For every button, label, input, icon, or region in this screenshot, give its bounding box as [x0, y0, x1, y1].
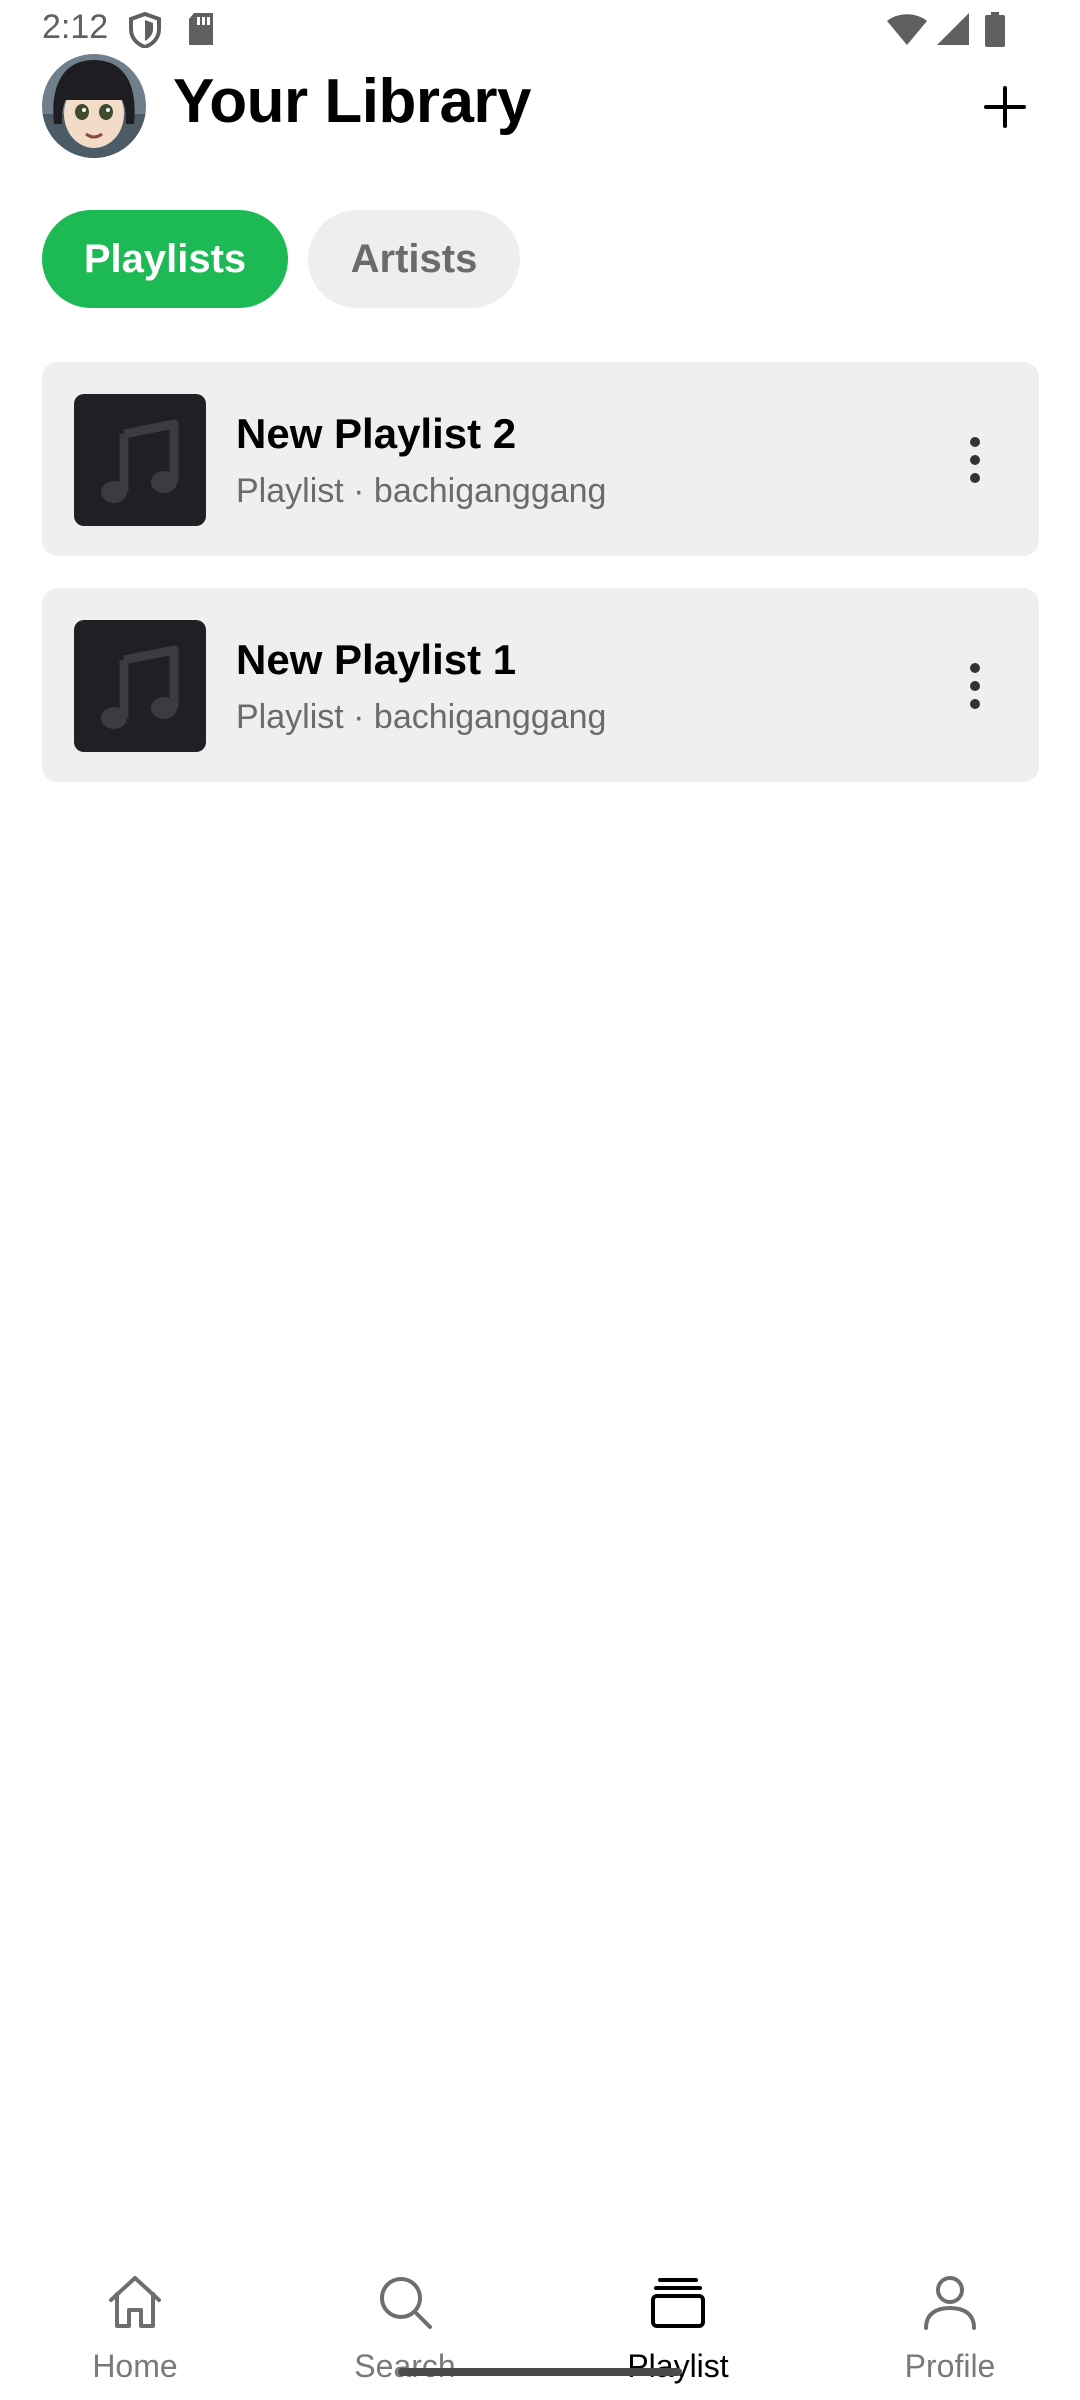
- nav-profile[interactable]: Profile: [850, 2250, 1050, 2400]
- nav-profile-label: Profile: [904, 2348, 996, 2384]
- bottom-navigation: Home Search Playlist Profile: [0, 2250, 1080, 2400]
- playlist-card[interactable]: New Playlist 2 Playlist · bachiganggang: [42, 362, 1039, 556]
- playlist-subtitle: Playlist · bachiganggang: [236, 472, 607, 510]
- nav-home[interactable]: Home: [35, 2250, 235, 2400]
- playlist-title: New Playlist 2: [236, 410, 517, 457]
- nav-playlist[interactable]: Playlist: [578, 2250, 778, 2400]
- status-time: 2:12: [42, 8, 109, 46]
- filter-chip-playlists[interactable]: Playlists: [42, 210, 288, 308]
- more-options-button[interactable]: [960, 432, 990, 488]
- nav-home-label: Home: [92, 2348, 178, 2384]
- playlist-subtitle: Playlist · bachiganggang: [236, 698, 607, 736]
- playlist-thumbnail: [74, 394, 206, 526]
- home-icon: [109, 2276, 161, 2328]
- playlist-icon: [651, 2278, 705, 2328]
- avatar-image: [42, 54, 146, 158]
- nav-search[interactable]: Search: [305, 2250, 505, 2400]
- add-button[interactable]: [976, 78, 1034, 136]
- playlist-title: New Playlist 1: [236, 636, 517, 683]
- more-vertical-icon: [970, 663, 980, 709]
- page-title: Your Library: [173, 67, 532, 136]
- playlist-thumbnail: [74, 620, 206, 752]
- search-icon: [380, 2277, 432, 2329]
- avatar[interactable]: [42, 54, 146, 158]
- shield-icon: [128, 11, 162, 53]
- nav-search-label: Search: [354, 2348, 456, 2384]
- battery-icon: [984, 12, 1006, 53]
- plus-icon: [984, 86, 1026, 128]
- playlist-card[interactable]: New Playlist 1 Playlist · bachiganggang: [42, 588, 1039, 782]
- music-note-icon: [101, 419, 179, 503]
- profile-icon: [924, 2276, 976, 2330]
- more-vertical-icon: [970, 437, 980, 483]
- filter-chip-artists[interactable]: Artists: [308, 210, 520, 308]
- music-note-icon: [101, 645, 179, 729]
- wifi-icon: [886, 12, 928, 51]
- status-bar: 2:12: [0, 0, 1080, 60]
- cellular-signal-icon: [936, 12, 970, 51]
- nav-playlist-label: Playlist: [627, 2348, 729, 2384]
- more-options-button[interactable]: [960, 658, 990, 714]
- gesture-home-indicator[interactable]: [398, 2368, 682, 2376]
- sd-card-icon: [186, 12, 216, 51]
